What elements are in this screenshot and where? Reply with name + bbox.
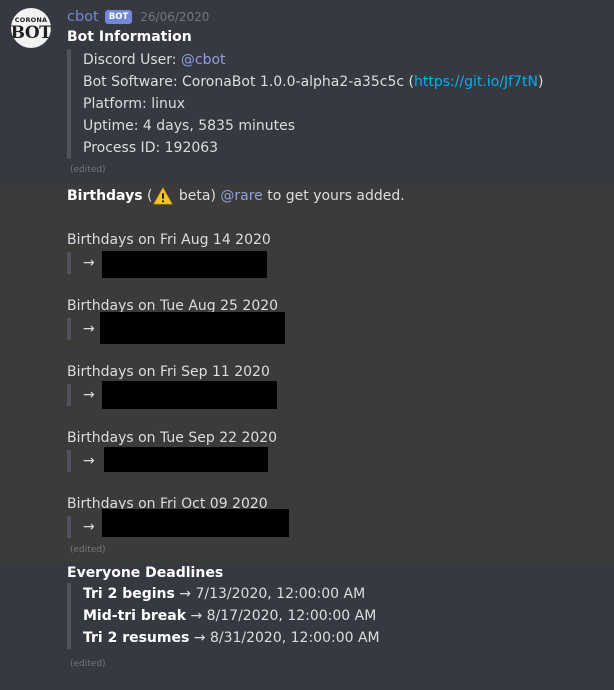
software-line: Bot Software: CoronaBot 1.0.0-alpha2-a35… <box>83 71 543 93</box>
redacted-name <box>102 381 277 409</box>
deadline-label: Mid-tri break <box>83 608 187 624</box>
deadline-row: Tri 2 resumes → 8/31/2020, 12:00:00 AM <box>83 627 380 649</box>
deadlines-title: Everyone Deadlines <box>67 565 224 581</box>
redacted-name <box>104 447 268 472</box>
birthday-entry-5: → <box>67 516 95 538</box>
discord-user-mention[interactable]: @cbot <box>181 52 226 68</box>
birthdays-heading-open: ( <box>142 188 153 204</box>
process-id-line: Process ID: 192063 <box>83 140 219 156</box>
software-link[interactable]: https://git.io/Jf7tN <box>414 74 538 90</box>
deadline-label: Tri 2 resumes <box>83 630 190 646</box>
software-label: Bot Software: CoronaBot 1.0.0-alpha2-a35… <box>83 74 414 90</box>
deadline-row: Tri 2 begins → 7/13/2020, 12:00:00 AM <box>83 583 380 605</box>
birthday-entry-2: → <box>67 318 95 340</box>
deadlines-quote: Tri 2 begins → 7/13/2020, 12:00:00 AM Mi… <box>67 583 380 649</box>
deadline-value: → 7/13/2020, 12:00:00 AM <box>174 586 366 602</box>
redacted-name <box>102 509 289 537</box>
avatar-text-bottom: BOT <box>11 23 51 43</box>
deadline-label: Tri 2 begins <box>83 586 175 602</box>
birthday-entry-4: → <box>67 450 95 472</box>
birthday-date-4: Birthdays on Tue Sep 22 2020 <box>67 430 278 446</box>
birthday-date-1: Birthdays on Fri Aug 14 2020 <box>67 232 271 248</box>
redacted-name <box>102 251 267 278</box>
timestamp: 26/06/2020 <box>140 10 210 24</box>
author-name[interactable]: cbot <box>67 9 99 25</box>
rare-mention[interactable]: @rare <box>220 186 262 206</box>
software-suffix: ) <box>537 74 544 90</box>
deadline-value: → 8/31/2020, 12:00:00 AM <box>189 630 380 646</box>
warning-icon <box>154 187 173 205</box>
discord-user-label: Discord User: <box>83 52 181 68</box>
deadline-row: Mid-tri break → 8/17/2020, 12:00:00 AM <box>83 605 380 627</box>
edited-label: (edited) <box>70 659 106 669</box>
arrow-icon: → <box>83 519 95 535</box>
message-header: cbot BOT 26/06/2020 <box>67 8 209 26</box>
birthdays-heading-bold: Birthdays <box>67 188 143 204</box>
uptime-line: Uptime: 4 days, 5835 minutes <box>83 118 295 134</box>
birthday-date-3: Birthdays on Fri Sep 11 2020 <box>67 364 270 380</box>
redacted-name <box>100 312 285 344</box>
bot-info-title: Bot Information <box>67 29 192 45</box>
edited-label: (edited) <box>70 165 106 175</box>
birthdays-heading: Birthdays ( beta) @rare to get yours add… <box>67 186 405 206</box>
arrow-icon: → <box>83 453 95 469</box>
platform-line: Platform: linux <box>83 96 186 112</box>
message-bot-information: CORONA BOT cbot BOT 26/06/2020 Bot Infor… <box>0 0 614 184</box>
bot-info-quote: Discord User: @cbot Bot Software: Corona… <box>67 49 543 159</box>
deadline-value: → 8/17/2020, 12:00:00 AM <box>186 608 377 624</box>
birthdays-heading-rest: to get yours added. <box>262 188 405 204</box>
avatar[interactable]: CORONA BOT <box>11 8 51 48</box>
arrow-icon: → <box>83 387 95 403</box>
birthday-entry-3: → <box>67 384 95 406</box>
arrow-icon: → <box>83 255 95 271</box>
birthday-entry-1: → <box>67 252 95 274</box>
discord-user-line: Discord User: @cbot <box>83 49 543 71</box>
edited-label: (edited) <box>70 545 106 555</box>
bot-badge: BOT <box>104 10 133 24</box>
birthdays-heading-beta: beta) <box>174 188 221 204</box>
arrow-icon: → <box>83 321 95 337</box>
